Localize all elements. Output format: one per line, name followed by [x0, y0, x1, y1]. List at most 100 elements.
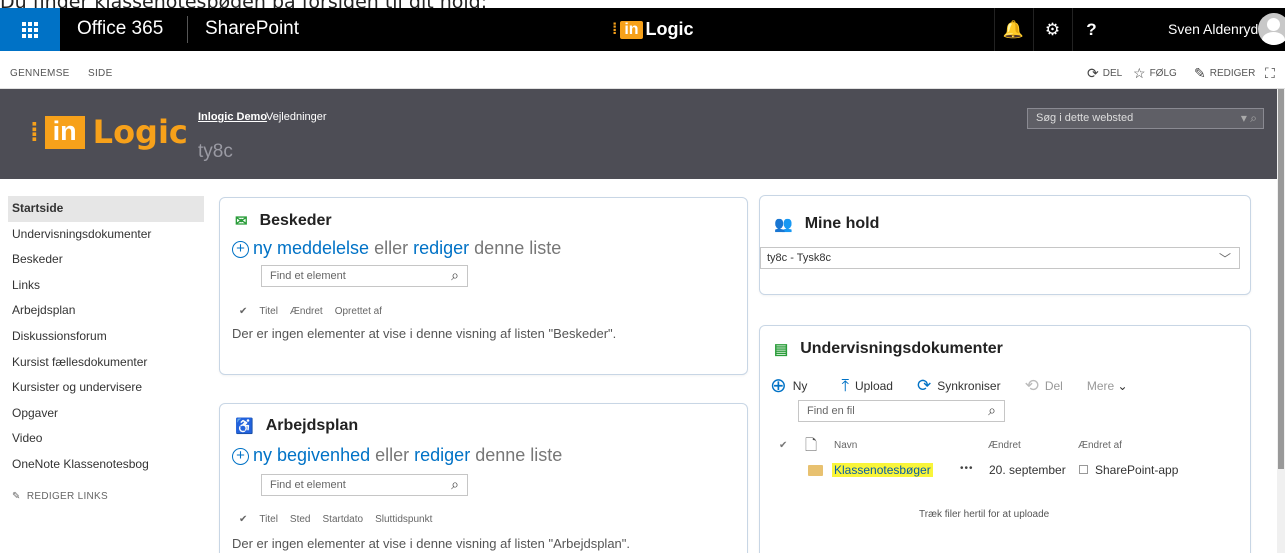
site-title[interactable]: ty8c [198, 141, 233, 163]
upload-button[interactable]: ⤒ Upload [841, 376, 893, 396]
tab-gennemse[interactable]: GENNEMSE [10, 68, 70, 79]
topnav-inlogic-demo[interactable]: Inlogic Demo [198, 111, 267, 123]
help-icon[interactable]: ? [1072, 8, 1110, 51]
check-column[interactable]: ✔ [239, 514, 247, 525]
office365-link[interactable]: Office 365 [77, 18, 163, 40]
user-name[interactable]: Sven Aldenryd [1168, 21, 1258, 37]
folder-link-klassenotesboger[interactable]: Klassenotesbøger [832, 463, 933, 477]
search-icon[interactable]: ▾ ⌕ [1241, 111, 1257, 126]
tab-side[interactable]: SIDE [88, 68, 113, 79]
check-column[interactable]: ✔ [779, 440, 787, 451]
beskeder-search-input[interactable]: Find et element ⌕ [261, 265, 468, 287]
suite-logo[interactable]: ⁞ in Logic [612, 19, 694, 40]
item-menu-button[interactable]: ••• [960, 463, 974, 474]
search-icon[interactable]: ⌕ [451, 267, 459, 284]
nav-item-undervisningsdokumenter[interactable]: Undervisningsdokumenter [8, 222, 204, 248]
col-oprettet-af[interactable]: Oprettet af [335, 306, 382, 317]
plus-circle-icon[interactable]: + [232, 241, 249, 258]
arbejdsplan-search-input[interactable]: Find et element ⌕ [261, 474, 468, 496]
notifications-bell-icon[interactable]: 🔔 [994, 8, 1032, 51]
new-message-link[interactable]: ny meddelelse [253, 238, 369, 258]
nav-item-opgaver[interactable]: Opgaver [8, 401, 204, 427]
col-startdato[interactable]: Startdato [323, 514, 364, 525]
search-icon[interactable]: ⌕ [451, 476, 459, 493]
share-doc-button[interactable]: ⟲ Del [1025, 376, 1063, 396]
col-aendret[interactable]: Ændret [988, 440, 1021, 451]
col-navn[interactable]: Navn [834, 440, 857, 451]
arbejdsplan-webpart: ♿ Arbejdsplan + ny begivenhed eller redig… [219, 403, 748, 553]
quick-launch: Startside Undervisningsdokumenter Besked… [8, 196, 204, 502]
suite-bar: Office 365 SharePoint ⁞ in Logic 🔔 ⚙ ? S… [0, 8, 1285, 51]
logo-text: Logic [645, 19, 694, 39]
sync-button[interactable]: ⟳ Synkroniser [917, 376, 1001, 396]
mail-icon: ✉ [235, 213, 248, 230]
undervisningsdokumenter-webpart: ▤ Undervisningsdokumenter ⊕ Ny ⤒ Upload ⟳ S… [759, 325, 1251, 553]
pencil-icon: ✎ [1194, 65, 1206, 81]
arbejdsplan-title[interactable]: ♿ Arbejdsplan [235, 417, 358, 435]
arbejdsplan-new-line: + ny begivenhed eller rediger denne liste [232, 445, 562, 466]
col-aendret[interactable]: Ændret [290, 306, 323, 317]
chevron-down-icon: ⌄ [1117, 378, 1128, 393]
site-logo-text: Logic [92, 113, 188, 151]
sharepoint-link[interactable]: SharePoint [205, 18, 299, 40]
modified-by[interactable]: SharePoint-app [1095, 463, 1178, 477]
more-button[interactable]: Mere ⌄ [1087, 379, 1128, 393]
beskeder-new-line: + ny meddelelse eller rediger denne liste [232, 238, 561, 259]
col-aendret-af[interactable]: Ændret af [1078, 440, 1122, 451]
col-titel[interactable]: Titel [259, 514, 278, 525]
focus-content-icon[interactable]: ⛶ [1265, 65, 1275, 82]
nav-item-arbejdsplan[interactable]: Arbejdsplan [8, 298, 204, 324]
group-icon: 👥 [774, 216, 793, 233]
nav-item-onenote-klassenotesbog[interactable]: OneNote Klassenotesbog [8, 452, 204, 478]
beskeder-column-headers: ✔ Titel Ændret Oprettet af [239, 306, 382, 317]
edit-list-link[interactable]: rediger [414, 445, 470, 465]
nav-item-kursister-og-undervisere[interactable]: Kursister og undervisere [8, 375, 204, 401]
file-search-input[interactable]: Find en fil ⌕ [798, 400, 1005, 422]
vertical-scrollbar[interactable] [1277, 89, 1285, 553]
mine-hold-title-text: Mine hold [804, 215, 880, 232]
site-logo[interactable]: ⁞ in Logic [30, 113, 188, 151]
col-titel[interactable]: Titel [259, 306, 278, 317]
table-row[interactable]: Klassenotesbøger ••• 20. september Share… [760, 462, 1250, 484]
follow-button[interactable]: ☆ FØLG [1133, 65, 1177, 82]
topnav-vejledninger[interactable]: Vejledninger [266, 111, 327, 123]
new-event-link[interactable]: ny begivenhed [253, 445, 370, 465]
new-doc-label: Ny [792, 378, 808, 393]
upload-arrow-icon: ⤒ [841, 375, 849, 395]
find-placeholder: Find et element [270, 479, 346, 491]
avatar[interactable] [1258, 13, 1285, 45]
edit-list-link[interactable]: rediger [413, 238, 469, 258]
nav-item-diskussionsforum[interactable]: Diskussionsforum [8, 324, 204, 350]
col-sluttidspunkt[interactable]: Sluttidspunkt [375, 514, 432, 525]
logo-dots-icon: ⁞ [612, 20, 618, 38]
site-header: ⁞ in Logic Inlogic Demo Vejledninger ty8… [0, 89, 1285, 179]
nav-item-kursist-faellesdokumenter[interactable]: Kursist fællesdokumenter [8, 350, 204, 376]
app-launcher-button[interactable] [0, 8, 60, 51]
nav-item-video[interactable]: Video [8, 426, 204, 452]
list-text: denne liste [474, 238, 562, 258]
undervisningsdokumenter-title[interactable]: ▤ Undervisningsdokumenter [774, 340, 1003, 358]
scrollbar-thumb[interactable] [1278, 89, 1284, 469]
search-icon[interactable]: ⌕ [988, 402, 996, 419]
check-column[interactable]: ✔ [239, 306, 247, 317]
site-search-input[interactable]: Søg i dette websted ▾ ⌕ [1027, 108, 1264, 129]
share-button[interactable]: ⟳ DEL [1087, 65, 1122, 82]
logo-in: in [620, 20, 643, 39]
team-select[interactable]: ty8c - Tysk8c ﹀ [760, 247, 1240, 269]
settings-gear-icon[interactable]: ⚙ [1033, 8, 1071, 51]
plus-circle-icon[interactable]: + [232, 448, 249, 465]
share-label: DEL [1102, 68, 1123, 79]
nav-item-startside[interactable]: Startside [8, 196, 204, 222]
sync-label: Synkroniser [937, 378, 1001, 393]
new-doc-button[interactable]: ⊕ Ny [770, 373, 807, 398]
nav-item-links[interactable]: Links [8, 273, 204, 299]
beskeder-title[interactable]: ✉ Beskeder [235, 212, 332, 230]
edit-links-button[interactable]: ✎ REDIGER LINKS [8, 491, 204, 502]
col-sted[interactable]: Sted [290, 514, 311, 525]
folder-icon [808, 465, 823, 476]
edit-button[interactable]: ✎ REDIGER [1194, 65, 1255, 82]
nav-item-beskeder[interactable]: Beskeder [8, 247, 204, 273]
sync-icon: ⟳ [916, 375, 932, 395]
suite-divider [187, 16, 188, 43]
mine-hold-title[interactable]: 👥 Mine hold [774, 215, 879, 233]
